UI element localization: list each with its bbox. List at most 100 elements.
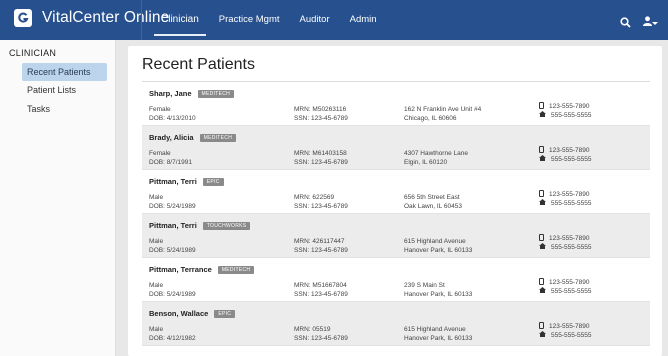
address-line-2: Hanover Park, IL 60133 [404, 290, 473, 298]
patient-dob: DOB: 8/7/1991 [149, 158, 192, 166]
patient-dob: DOB: 4/13/2010 [149, 114, 196, 122]
page-title: Recent Patients [142, 56, 255, 73]
home-icon [539, 155, 551, 165]
patient-identifiers: MRN: M50263116 SSN: 123-45-6789 [294, 106, 348, 123]
main-panel: Recent Patients Sharp, Jane MEDITECH Femal… [128, 46, 662, 356]
patient-row[interactable]: Pittman, Terri TOUCHWORKS Male DOB: 5/24/19… [142, 214, 650, 258]
patient-address: 239 S Main St Hanover Park, IL 60133 [404, 282, 472, 299]
sidebar: CLINICIAN Recent Patients Patient Lists … [0, 40, 116, 356]
patient-name-text: Pittman, Terrance [149, 265, 212, 274]
home-phone: 555-555-5555 [539, 243, 592, 253]
patient-sex: Male [149, 194, 164, 201]
patient-dob: DOB: 4/12/1982 [149, 334, 196, 342]
patient-row[interactable]: Pittman, Terrance MEDITECH Male DOB: 5/24/1… [142, 258, 650, 302]
patient-phones: 123-555-7890 555-555-5555 [539, 278, 592, 297]
home-icon [539, 287, 551, 297]
patient-sex: Male [149, 282, 164, 289]
nav-auditor[interactable]: Auditor [291, 0, 339, 40]
sidebar-item-tasks[interactable]: Tasks [22, 100, 107, 118]
patient-name: Pittman, Terri TOUCHWORKS [149, 221, 251, 230]
user-menu-button[interactable] [643, 13, 658, 31]
home-phone-number: 555-555-5555 [551, 155, 592, 163]
mobile-phone-number: 123-555-7890 [549, 323, 590, 330]
home-phone-number: 555-555-5555 [551, 243, 592, 251]
home-phone: 555-555-5555 [539, 287, 592, 297]
ehr-source-badge: EPIC [202, 178, 224, 186]
address-line-1: 615 Highland Avenue [404, 326, 466, 333]
ehr-source-badge: EPIC [214, 310, 236, 318]
brand[interactable]: VitalCenter Online [14, 9, 169, 27]
main-nav: Clinician Practice Mgmt Auditor Admin [152, 0, 388, 40]
patient-identifiers: MRN: M51667804 SSN: 123-45-6789 [294, 282, 348, 299]
patient-phones: 123-555-7890 555-555-5555 [539, 190, 592, 209]
home-icon [539, 199, 551, 209]
patient-mrn: MRN: M51667804 [294, 282, 347, 289]
patient-row[interactable]: Pittman, Terri EPIC Male DOB: 5/24/1989 MRN:… [142, 170, 650, 214]
patient-dob: DOB: 5/24/1989 [149, 202, 196, 210]
address-line-1: 162 N Franklin Ave Unit #4 [404, 106, 482, 113]
ehr-source-badge: TOUCHWORKS [202, 222, 251, 230]
patient-address: 615 Highland Avenue Hanover Park, IL 6013… [404, 326, 472, 343]
sidebar-item-patient-lists[interactable]: Patient Lists [22, 81, 107, 99]
nav-admin[interactable]: Admin [341, 0, 386, 40]
patient-identifiers: MRN: 426117447 SSN: 123-45-6789 [294, 238, 348, 255]
header-actions [608, 13, 658, 31]
patient-address: 4307 Hawthorne Lane Elgin, IL 60120 [404, 150, 468, 167]
ehr-source-badge: MEDITECH [199, 134, 237, 142]
patient-address: 656 5th Street East Oak Lawn, IL 60453 [404, 194, 462, 211]
patient-demographics: Male DOB: 5/24/1989 [149, 194, 196, 211]
address-line-2: Chicago, IL 60606 [404, 114, 457, 122]
patient-address: 162 N Franklin Ave Unit #4 Chicago, IL 60… [404, 106, 481, 123]
home-icon [539, 331, 551, 341]
patient-demographics: Male DOB: 5/24/1989 [149, 238, 196, 255]
patient-name: Benson, Wallace EPIC [149, 309, 236, 318]
patient-sex: Male [149, 238, 164, 245]
patient-row[interactable]: Brady, Alicia MEDITECH Female DOB: 8/7/1991… [142, 126, 650, 170]
home-phone-number: 555-555-5555 [551, 287, 592, 295]
patient-identifiers: MRN: 05519 SSN: 123-45-6789 [294, 326, 348, 343]
address-line-1: 615 Highland Avenue [404, 238, 466, 245]
home-phone-number: 555-555-5555 [551, 331, 592, 339]
home-phone-number: 555-555-5555 [551, 199, 592, 207]
mobile-phone-number: 123-555-7890 [549, 191, 590, 198]
sidebar-item-recent-patients[interactable]: Recent Patients [22, 63, 107, 81]
address-line-1: 4307 Hawthorne Lane [404, 150, 468, 157]
patient-mrn: MRN: M61403158 [294, 150, 347, 157]
patient-phones: 123-555-7890 555-555-5555 [539, 322, 592, 341]
patient-name-text: Pittman, Terri [149, 177, 197, 186]
patient-ssn: SSN: 123-45-6789 [294, 290, 348, 298]
patient-identifiers: MRN: M61403158 SSN: 123-45-6789 [294, 150, 348, 167]
ehr-source-badge: MEDITECH [197, 90, 235, 98]
mobile-phone-number: 123-555-7890 [549, 147, 590, 154]
patient-mrn: MRN: 622569 [294, 194, 335, 201]
home-phone: 555-555-5555 [539, 331, 592, 341]
nav-practice-mgmt[interactable]: Practice Mgmt [210, 0, 289, 40]
patient-name: Pittman, Terrance MEDITECH [149, 265, 255, 274]
patient-sex: Female [149, 106, 171, 113]
patient-name-text: Brady, Alicia [149, 133, 194, 142]
patient-row[interactable]: Benson, Wallace EPIC Male DOB: 4/12/1982 MRN… [142, 302, 650, 346]
patient-address: 615 Highland Avenue Hanover Park, IL 6013… [404, 238, 472, 255]
search-icon[interactable] [620, 16, 631, 28]
mobile-phone-number: 123-555-7890 [549, 235, 590, 242]
address-line-1: 656 5th Street East [404, 194, 460, 201]
home-phone: 555-555-5555 [539, 199, 592, 209]
patient-demographics: Female DOB: 4/13/2010 [149, 106, 196, 123]
patient-name: Pittman, Terri EPIC [149, 177, 224, 186]
patient-name: Sharp, Jane MEDITECH [149, 89, 235, 98]
address-line-2: Oak Lawn, IL 60453 [404, 202, 462, 210]
nav-clinician[interactable]: Clinician [152, 0, 208, 40]
top-navbar: VitalCenter Online Clinician Practice Mg… [0, 0, 668, 40]
patient-name-text: Benson, Wallace [149, 309, 209, 318]
patient-mrn: MRN: 05519 [294, 326, 331, 333]
patient-ssn: SSN: 123-45-6789 [294, 246, 348, 254]
home-icon [539, 111, 551, 121]
home-phone-number: 555-555-5555 [551, 111, 592, 119]
patient-ssn: SSN: 123-45-6789 [294, 158, 348, 166]
address-line-2: Hanover Park, IL 60133 [404, 246, 473, 254]
mobile-phone-number: 123-555-7890 [549, 279, 590, 286]
patient-ssn: SSN: 123-45-6789 [294, 114, 348, 122]
patient-row[interactable]: Sharp, Jane MEDITECH Female DOB: 4/13/2010 M… [142, 82, 650, 126]
patient-phones: 123-555-7890 555-555-5555 [539, 234, 592, 253]
patient-ssn: SSN: 123-45-6789 [294, 202, 348, 210]
